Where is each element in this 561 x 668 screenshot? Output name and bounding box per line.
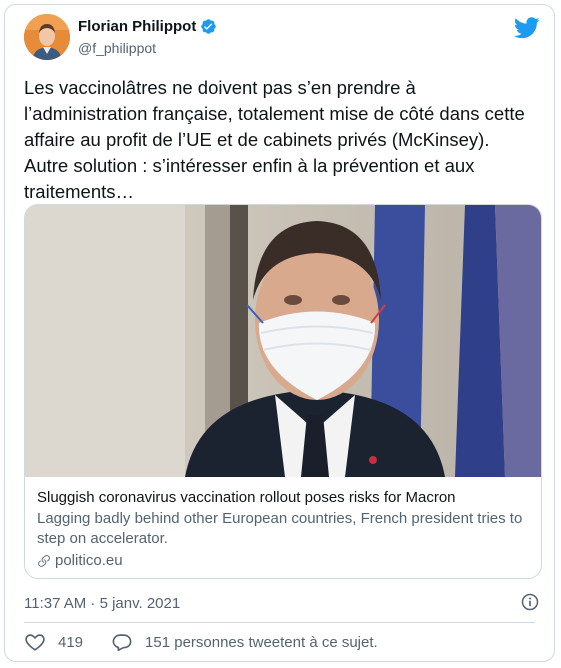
link-card[interactable]: Sluggish coronavirus vaccination rollout… bbox=[24, 204, 542, 579]
divider bbox=[24, 622, 535, 623]
card-domain-row[interactable]: politico.eu bbox=[37, 552, 531, 569]
like-button[interactable]: 419 bbox=[24, 631, 83, 653]
tweet-embed[interactable]: Florian Philippot @f_philippot Les vacci… bbox=[4, 4, 555, 662]
heart-icon bbox=[25, 634, 45, 651]
info-icon[interactable] bbox=[520, 592, 540, 612]
action-bar: 419 151 personnes tweetent à ce sujet. bbox=[24, 631, 378, 653]
tweet-timestamp[interactable]: 11:37 AM · 5 janv. 2021 bbox=[24, 595, 180, 612]
card-description: Lagging badly behind other European coun… bbox=[37, 510, 523, 547]
avatar[interactable] bbox=[24, 14, 70, 60]
card-text: Sluggish coronavirus vaccination rollout… bbox=[37, 488, 531, 569]
twitter-bird-icon[interactable] bbox=[514, 17, 540, 39]
card-title[interactable]: Sluggish coronavirus vaccination rollout… bbox=[37, 488, 531, 507]
tweet-about-text: 151 personnes tweetent à ce sujet. bbox=[145, 633, 378, 651]
link-icon bbox=[38, 554, 50, 567]
author-name-row[interactable]: Florian Philippot bbox=[78, 18, 217, 35]
tweet-text: Les vaccinolâtres ne doivent pas s’en pr… bbox=[24, 77, 525, 202]
card-domain[interactable]: politico.eu bbox=[55, 552, 123, 569]
verified-badge-icon bbox=[201, 19, 217, 34]
author-handle[interactable]: @f_philippot bbox=[78, 40, 156, 56]
avatar-photo bbox=[24, 14, 70, 60]
like-count: 419 bbox=[58, 633, 84, 651]
author-name[interactable]: Florian Philippot bbox=[78, 18, 196, 35]
card-image bbox=[25, 205, 541, 477]
speech-bubble-icon bbox=[112, 634, 132, 652]
tweet-about-this-button[interactable]: 151 personnes tweetent à ce sujet. bbox=[111, 631, 378, 653]
